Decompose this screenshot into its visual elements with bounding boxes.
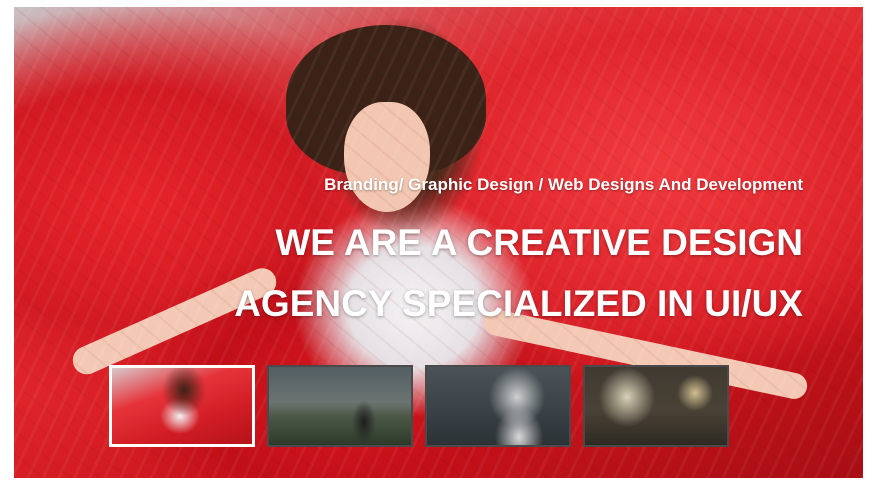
slide-headline-line-1: WE ARE A CREATIVE DESIGN xyxy=(275,222,803,263)
thumbnail-4[interactable] xyxy=(583,365,729,447)
slide-subtitle: Branding/ Graphic Design / Web Designs A… xyxy=(324,175,803,194)
slide-headline-line-2: AGENCY SPECIALIZED IN UI/UX xyxy=(234,283,803,324)
slide-headline: WE ARE A CREATIVE DESIGN AGENCY SPECIALI… xyxy=(163,212,803,334)
thumbnail-2[interactable] xyxy=(267,365,413,447)
thumbnail-3[interactable] xyxy=(425,365,571,447)
thumbnail-1-active[interactable] xyxy=(109,365,255,447)
slider-thumbnails xyxy=(109,365,729,447)
